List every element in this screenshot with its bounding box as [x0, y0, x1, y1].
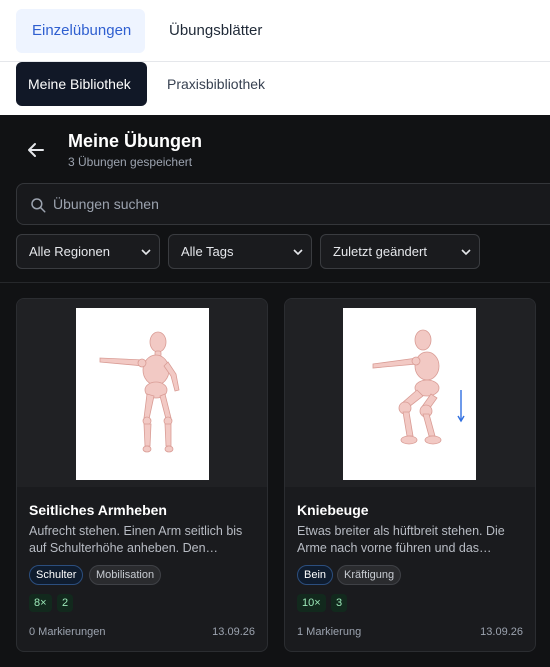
sort-select[interactable]: Zuletzt geändert — [320, 234, 480, 269]
section-divider — [0, 282, 550, 283]
modified-date: 13.09.26 — [212, 626, 255, 638]
exercise-description: Etwas breiter als hüftbreit stehen. Die … — [297, 524, 505, 555]
markings-count: 1 Markierung — [297, 626, 362, 638]
exercise-title: Kniebeuge — [297, 502, 369, 518]
sets-badge: 3 — [331, 594, 348, 612]
search-input[interactable] — [53, 184, 533, 224]
exercise-card[interactable]: Seitliches Armheben Aufrecht stehen. Ein… — [16, 298, 268, 652]
figure-squat-illustration — [372, 329, 465, 445]
tab-meine-bibliothek[interactable]: Meine Bibliothek — [16, 62, 147, 106]
reps-badge: 8× — [29, 594, 52, 612]
library-panel: Meine Übungen 3 Übungen gespeichert Alle… — [0, 115, 550, 667]
page-subtitle: 3 Übungen gespeichert — [68, 155, 193, 169]
exercise-thumbnail-area — [285, 299, 535, 487]
chevron-down-icon — [461, 249, 471, 256]
exercise-card[interactable]: Kniebeuge Etwas breiter als hüftbreit st… — [284, 298, 536, 652]
tab-uebungsblaetter[interactable]: Übungsblätter — [153, 9, 278, 53]
tags-filter-value: Alle Tags — [181, 244, 234, 259]
region-tag: Schulter — [29, 565, 84, 585]
sort-value: Zuletzt geändert — [333, 244, 427, 259]
region-filter-value: Alle Regionen — [29, 244, 110, 259]
exercise-image — [76, 308, 209, 480]
page-title: Meine Übungen — [68, 131, 202, 151]
search-box — [16, 183, 550, 225]
chevron-down-icon — [293, 249, 303, 256]
tab-einzeluebungen[interactable]: Einzelübungen — [16, 9, 145, 53]
category-tag: Mobilisation — [89, 565, 162, 585]
arrow-left-icon — [28, 143, 44, 157]
exercise-description: Aufrecht stehen. Einen Arm seitlich bis … — [29, 524, 243, 555]
tags-filter-select[interactable]: Alle Tags — [168, 234, 312, 269]
category-tag: Kräftigung — [337, 565, 402, 585]
figure-arm-raise-illustration — [99, 331, 180, 453]
reps-badge: 10× — [297, 594, 326, 612]
modified-date: 13.09.26 — [480, 626, 523, 638]
exercise-image — [343, 308, 476, 480]
exercise-title: Seitliches Armheben — [29, 502, 167, 518]
region-filter-select[interactable]: Alle Regionen — [16, 234, 160, 269]
sets-badge: 2 — [57, 594, 74, 612]
back-button[interactable] — [24, 138, 48, 162]
top-tab-bar: Einzelübungen Übungsblätter — [0, 0, 550, 62]
sub-tab-bar: Meine Bibliothek Praxisbibliothek — [0, 62, 550, 115]
chevron-down-icon — [141, 249, 151, 256]
search-icon — [31, 198, 46, 213]
region-tag: Bein — [297, 565, 334, 585]
exercise-thumbnail-area — [17, 299, 267, 487]
tab-praxisbibliothek[interactable]: Praxisbibliothek — [155, 62, 277, 106]
markings-count: 0 Markierungen — [29, 626, 106, 638]
